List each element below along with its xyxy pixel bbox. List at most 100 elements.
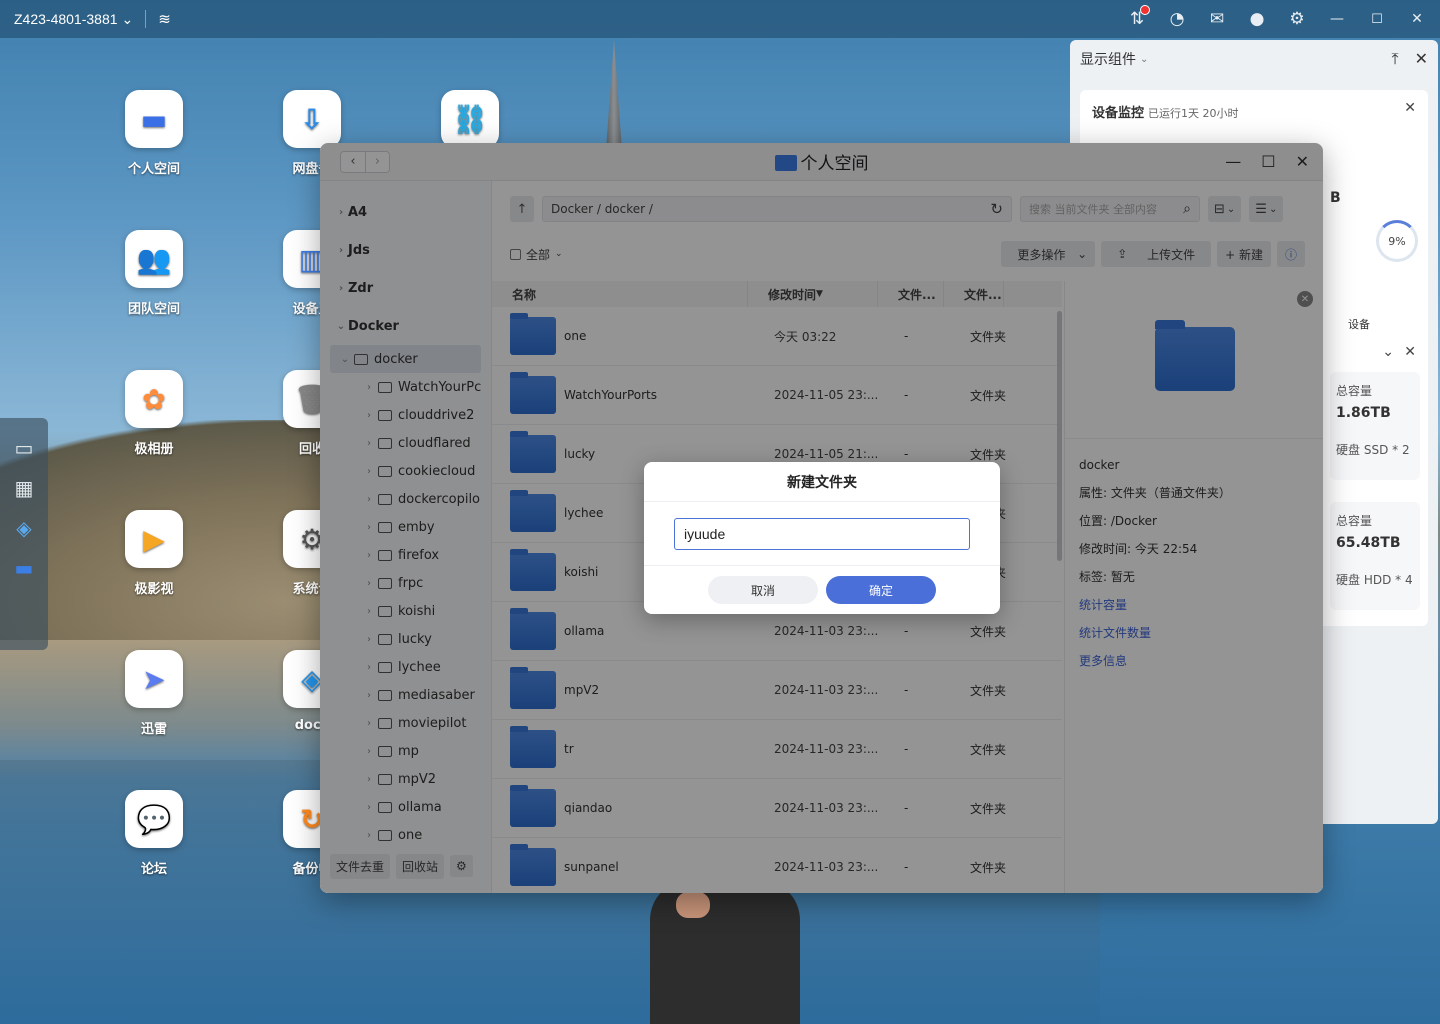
stat-size-link[interactable]: 统计容量 — [1079, 591, 1309, 619]
more-info-link[interactable]: 更多信息 — [1079, 647, 1309, 675]
folder-name-input[interactable] — [674, 517, 970, 550]
detail-info: docker 属性: 文件夹（普通文件夹） 位置: /Docker 修改时间: … — [1065, 439, 1323, 687]
new-button[interactable]: + 新建 — [1217, 241, 1271, 267]
dedupe-button[interactable]: 文件去重 — [330, 853, 391, 879]
table-row[interactable]: WatchYourPorts 2024-11-05 23:... - 文件夹 — [492, 366, 1062, 425]
maximize-icon[interactable]: ☐ — [1366, 12, 1388, 27]
close-icon[interactable]: ✕ — [1415, 49, 1428, 69]
gear-icon[interactable]: ⚙ — [1286, 9, 1308, 29]
tree-node-child[interactable]: › moviepilot — [320, 709, 491, 737]
recycle-bin-button[interactable]: 回收站 — [396, 853, 445, 879]
file-name: tr — [564, 742, 574, 756]
desktop-icon-11[interactable]: 💬 论坛 — [109, 790, 199, 877]
forward-button[interactable]: › — [365, 151, 389, 172]
tree-node-child[interactable]: › dockercopilo — [320, 485, 491, 513]
select-all-checkbox[interactable]: 全部 ⌄ — [510, 246, 563, 263]
tree-node-child[interactable]: › emby — [320, 513, 491, 541]
tree-node-child[interactable]: › WatchYourPc — [320, 373, 491, 401]
tree-node-child[interactable]: › clouddrive2 — [320, 401, 491, 429]
gear-icon[interactable]: ⚙ — [450, 855, 473, 877]
chevron-down-icon[interactable]: ⌄ — [1140, 54, 1148, 65]
device-name-dropdown[interactable]: Z423-4801-3881 ⌄ — [14, 11, 133, 28]
desktop-icon-3[interactable]: 👥 团队空间 — [109, 230, 199, 317]
tree-node-label: koishi — [398, 603, 436, 619]
tree-node-child[interactable]: › ollama — [320, 793, 491, 821]
file-type: 文件夹 — [970, 742, 1007, 757]
minimize-icon[interactable]: — — [1326, 11, 1348, 27]
chevron-right-icon: › — [367, 689, 371, 701]
minimize-button[interactable]: — — [1225, 152, 1241, 171]
back-button[interactable]: ‹ — [341, 151, 365, 172]
desktop-icon-9[interactable]: ➤ 迅雷 — [109, 650, 199, 737]
path-bar[interactable]: Docker / docker / ↻ — [542, 196, 1012, 222]
filter-dropdown[interactable]: ⊟ ⌄ — [1208, 196, 1242, 222]
chevron-down-icon: ⌄ — [555, 249, 563, 259]
close-icon[interactable]: ✕ — [1406, 11, 1428, 27]
tree-node-child[interactable]: › mpV2 — [320, 765, 491, 793]
mail-icon[interactable]: ✉ — [1206, 9, 1228, 29]
confirm-button[interactable]: 确定 — [826, 576, 936, 604]
scrollbar[interactable] — [1057, 311, 1062, 561]
tree-node-top[interactable]: ⌄ Docker — [320, 307, 491, 345]
col-type[interactable]: 文件... — [944, 281, 1004, 307]
pin-top-icon[interactable]: ⤒ — [1392, 49, 1399, 69]
desktop-icon-7[interactable]: ▶ 极影视 — [109, 510, 199, 597]
tree-node-child[interactable]: › firefox — [320, 541, 491, 569]
more-actions-button[interactable]: 更多操作 ⌄ — [1001, 241, 1096, 267]
table-row[interactable]: tr 2024-11-03 23:... - 文件夹 — [492, 720, 1062, 779]
col-name[interactable]: 名称 — [492, 281, 748, 307]
tree-node-label: mp — [398, 743, 419, 759]
folder-icon[interactable]: ▬ — [15, 556, 34, 580]
tree-node-child[interactable]: › mp — [320, 737, 491, 765]
tree-node-top[interactable]: › A4 — [320, 193, 491, 231]
location-value: /Docker — [1110, 514, 1157, 528]
chevron-down-icon: ⌄ — [121, 10, 134, 27]
tree-node-top[interactable]: › Jds — [320, 231, 491, 269]
docker-icon[interactable]: ◈ — [16, 516, 31, 540]
tree-node-child[interactable]: › cloudflared — [320, 429, 491, 457]
desktop-icon-5[interactable]: ✿ 极相册 — [109, 370, 199, 457]
col-mtime[interactable]: 修改时间 ▼ — [748, 281, 878, 307]
refresh-icon[interactable]: ↻ — [990, 200, 1003, 218]
network-traffic-icon[interactable]: ⇅ — [1126, 5, 1150, 29]
tree-node-child[interactable]: › lucky — [320, 625, 491, 653]
tag-value: 暂无 — [1110, 570, 1135, 584]
col-size[interactable]: 文件... — [878, 281, 944, 307]
cancel-button[interactable]: 取消 — [708, 576, 818, 604]
photos-icon: ✿ — [125, 370, 183, 428]
chevron-down-icon[interactable]: ⌄ — [1382, 344, 1394, 360]
view-mode-dropdown[interactable]: ☰ ⌄ — [1249, 196, 1284, 222]
tree-node-child[interactable]: › frpc — [320, 569, 491, 597]
desktop-icon-0[interactable]: ▬ 个人空间 — [109, 90, 199, 177]
tree-node-selected[interactable]: ⌄ docker — [330, 345, 481, 373]
tree-node-child[interactable]: › koishi — [320, 597, 491, 625]
stat-count-link[interactable]: 统计文件数量 — [1079, 619, 1309, 647]
window-titlebar[interactable]: ‹ › 个人空间 — ☐ ✕ — [320, 143, 1323, 181]
maximize-button[interactable]: ☐ — [1261, 152, 1275, 171]
table-row[interactable]: sunpanel 2024-11-03 23:... - 文件夹 — [492, 838, 1062, 893]
table-row[interactable]: mpV2 2024-11-03 23:... - 文件夹 — [492, 661, 1062, 720]
table-row[interactable]: qiandao 2024-11-03 23:... - 文件夹 — [492, 779, 1062, 838]
tree-node-top[interactable]: › Zdr — [320, 269, 491, 307]
close-icon[interactable]: ✕ — [1404, 344, 1416, 360]
tree-node-child[interactable]: › mediasaber — [320, 681, 491, 709]
close-button[interactable]: ✕ — [1296, 152, 1309, 171]
desktop-icon-label: 个人空间 — [127, 162, 180, 177]
tree-node-child[interactable]: › lychee — [320, 653, 491, 681]
widgets-title[interactable]: 显示组件 — [1080, 49, 1136, 69]
chevron-right-icon: › — [367, 633, 371, 645]
search-input[interactable]: 搜索 当前文件夹 全部内容 ⌕ — [1020, 196, 1200, 222]
upload-button[interactable]: ⇪ 上传文件 — [1101, 241, 1212, 267]
file-mtime: 2024-11-03 23:... — [774, 683, 879, 697]
info-icon[interactable]: ⓘ — [1276, 241, 1305, 267]
tree-node-child[interactable]: › cookiecloud — [320, 457, 491, 485]
search-icon[interactable]: ⌕ — [1183, 201, 1191, 217]
apps-grid-icon[interactable]: ▦ — [15, 476, 34, 500]
drive-icon[interactable]: ▭ — [15, 436, 34, 460]
table-row[interactable]: one 今天 03:22 - 文件夹 — [492, 307, 1062, 366]
close-icon[interactable]: ✕ — [1404, 100, 1416, 116]
speedometer-icon[interactable]: ◔ — [1166, 9, 1188, 29]
close-icon[interactable]: ✕ — [1297, 291, 1313, 307]
up-arrow-icon[interactable]: ↑ — [510, 196, 534, 222]
user-icon[interactable]: ● — [1246, 9, 1268, 29]
